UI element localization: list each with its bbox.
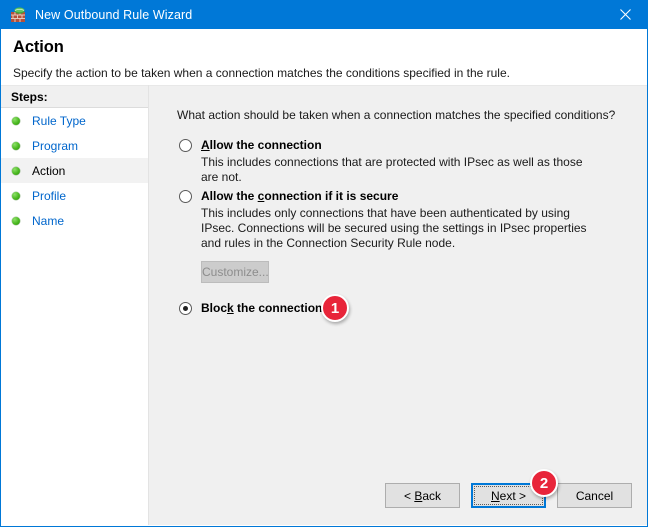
steps-sidebar: Steps: Rule Type Program Action Profile Name	[1, 85, 149, 525]
window-title: New Outbound Rule Wizard	[35, 7, 193, 22]
option-1: Allow the connection This includes connec…	[179, 138, 647, 185]
step-bullet-icon	[12, 166, 20, 175]
wizard-body: Steps: Rule Type Program Action Profile Name…	[1, 85, 647, 525]
steps-header-label: Steps:	[11, 89, 48, 104]
sidebar-item-label: Profile	[32, 188, 67, 203]
page-subtitle: Specify the action to be taken when a co…	[13, 66, 510, 80]
step-bullet-icon	[12, 116, 20, 125]
footer-bar: < Back Next >2 Cancel	[149, 469, 647, 525]
caption-buttons	[603, 0, 647, 29]
radio-option-row[interactable]: Allow the connection if it is secure	[179, 189, 647, 203]
step-bullet-icon	[12, 216, 20, 225]
title-bar: New Outbound Rule Wizard	[1, 0, 647, 29]
annotation-badge-1: 1	[321, 294, 349, 322]
sidebar-item-profile[interactable]: Profile	[1, 183, 148, 208]
option-title: Allow the connection if it is secure	[201, 189, 399, 203]
radio-button[interactable]	[179, 139, 192, 152]
cancel-button[interactable]: Cancel	[557, 483, 632, 508]
sidebar-item-label: Name	[32, 213, 65, 228]
option-description: This includes only connections that have…	[201, 206, 587, 250]
next-button[interactable]: Next >2	[471, 469, 558, 508]
option-title: Allow the connection	[201, 138, 322, 152]
content-pane: What action should be taken when a conne…	[149, 85, 647, 525]
sidebar-item-program[interactable]: Program	[1, 133, 148, 158]
sidebar-item-action[interactable]: Action	[1, 158, 148, 183]
button-label: Next >	[490, 488, 527, 503]
option-3: Block the connection 1	[179, 294, 647, 322]
back-button[interactable]: < Back	[385, 483, 460, 508]
radio-button[interactable]	[179, 190, 192, 203]
option-2: Allow the connection if it is secure This…	[179, 189, 647, 251]
option-title: Block the connection	[201, 301, 323, 315]
close-icon[interactable]	[603, 0, 647, 29]
radio-button[interactable]	[179, 302, 192, 315]
steps-header: Steps:	[1, 85, 148, 108]
annotation-badge-2: 2	[530, 469, 558, 497]
radio-option-row[interactable]: Allow the connection	[179, 138, 647, 152]
wizard-header: Action Specify the action to be taken wh…	[1, 29, 647, 85]
action-radio-group: Allow the connection This includes connec…	[179, 138, 647, 322]
option-description: This includes connections that are prote…	[201, 155, 583, 184]
page-title: Action	[13, 38, 64, 56]
question-text: What action should be taken when a conne…	[177, 108, 616, 122]
customize-button: Customize...	[201, 261, 269, 283]
sidebar-item-label: Program	[32, 138, 79, 153]
sidebar-item-name[interactable]: Name	[1, 208, 148, 233]
sidebar-item-rule-type[interactable]: Rule Type	[1, 108, 148, 133]
button-label: < Back	[403, 488, 442, 503]
step-bullet-icon	[12, 141, 20, 150]
wizard-window: New Outbound Rule Wizard Action Specify …	[0, 0, 648, 527]
step-bullet-icon	[12, 191, 20, 200]
radio-option-row[interactable]: Block the connection	[179, 301, 647, 315]
steps-list: Rule Type Program Action Profile Name	[1, 108, 148, 233]
sidebar-item-label: Rule Type	[32, 113, 86, 128]
button-label: Cancel	[575, 488, 614, 503]
firewall-icon	[10, 6, 26, 23]
sidebar-item-label: Action	[32, 163, 66, 178]
wizard-buttons: < Back Next >2 Cancel	[385, 469, 632, 508]
customize-button-wrapper: Customize...	[201, 261, 647, 283]
